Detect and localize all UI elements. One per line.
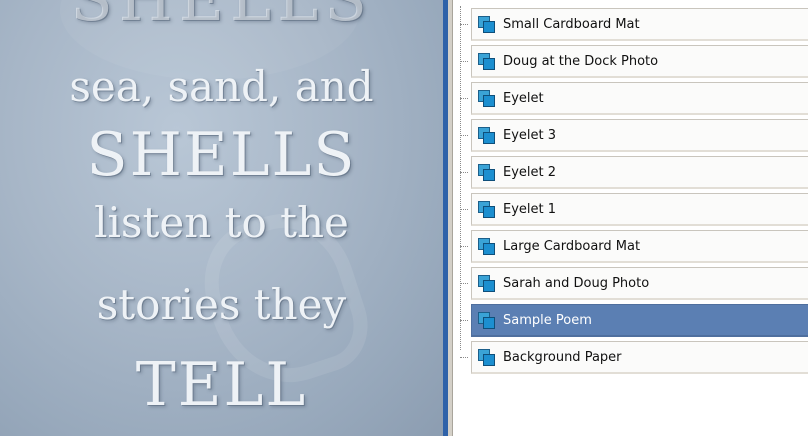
layer-label: Large Cardboard Mat (503, 239, 641, 254)
layer-item[interactable]: Doug at the Dock Photo (471, 45, 808, 78)
layer-label: Sample Poem (503, 313, 592, 328)
layer-item[interactable]: Background Paper (471, 341, 808, 374)
layer-icon (478, 16, 495, 33)
layer-icon-front (483, 132, 495, 144)
layer-icon-front (483, 280, 495, 292)
layer-item[interactable]: Sarah and Doug Photo (471, 267, 808, 300)
layer-item[interactable]: Eyelet (471, 82, 808, 115)
layer-row[interactable]: Doug at the Dock Photo (453, 43, 808, 80)
tree-branch (460, 320, 468, 321)
poem-line: stories they (96, 280, 347, 329)
poem-line: SHELLS (86, 120, 357, 190)
tree-branch (460, 357, 468, 358)
layer-icon-front (483, 21, 495, 33)
tree-branch (460, 283, 468, 284)
tree-branch (460, 61, 468, 62)
layer-item[interactable]: Eyelet 2 (471, 156, 808, 189)
layer-icon-front (483, 206, 495, 218)
layer-icon (478, 127, 495, 144)
layer-label: Eyelet 2 (503, 165, 557, 180)
poem-line: listen to the (94, 198, 349, 247)
tree-branch (460, 246, 468, 247)
tree-branch (460, 209, 468, 210)
layer-label: Small Cardboard Mat (503, 17, 640, 32)
layer-label: Sarah and Doug Photo (503, 276, 650, 291)
layer-icon-front (483, 354, 495, 366)
layer-icon (478, 312, 495, 329)
layer-row[interactable]: Eyelet (453, 80, 808, 117)
layer-icon (478, 238, 495, 255)
poem-line: sea, sand, and (69, 62, 374, 111)
layer-icon (478, 201, 495, 218)
tree-branch (460, 172, 468, 173)
layer-row[interactable]: Large Cardboard Mat (453, 228, 808, 265)
layer-icon-front (483, 169, 495, 181)
layer-item[interactable]: Small Cardboard Mat (471, 8, 808, 41)
layer-icon-front (483, 95, 495, 107)
poem-line-faded: SHELLS (0, 0, 443, 35)
layer-item[interactable]: Sample Poem (471, 304, 808, 337)
layer-row[interactable]: Sample Poem (453, 302, 808, 339)
layer-icon-front (483, 317, 495, 329)
layer-label: Eyelet 1 (503, 202, 557, 217)
layer-row[interactable]: Background Paper (453, 339, 808, 376)
layer-label: Doug at the Dock Photo (503, 54, 659, 69)
layer-icon-front (483, 58, 495, 70)
layer-item[interactable]: Large Cardboard Mat (471, 230, 808, 263)
layer-row[interactable]: Small Cardboard Mat (453, 6, 808, 43)
canvas-preview[interactable]: SHELLS sea, sand, and SHELLS listen to t… (0, 0, 443, 436)
layer-row[interactable]: Eyelet 2 (453, 154, 808, 191)
layer-icon (478, 53, 495, 70)
tree-branch (460, 98, 468, 99)
layers-panel: Small Cardboard Mat Doug at the Dock Phot… (453, 0, 808, 436)
layer-row[interactable]: Sarah and Doug Photo (453, 265, 808, 302)
layer-label: Eyelet (503, 91, 544, 106)
layer-label: Eyelet 3 (503, 128, 557, 143)
layer-icon (478, 164, 495, 181)
tree-branch (460, 135, 468, 136)
tree-branch (460, 24, 468, 25)
poem-line: TELL (135, 350, 308, 420)
layer-label: Background Paper (503, 350, 622, 365)
layer-row[interactable]: Eyelet 3 (453, 117, 808, 154)
layer-icon-front (483, 243, 495, 255)
layer-row[interactable]: Eyelet 1 (453, 191, 808, 228)
layer-icon (478, 90, 495, 107)
layer-item[interactable]: Eyelet 1 (471, 193, 808, 226)
layer-icon (478, 349, 495, 366)
layer-icon (478, 275, 495, 292)
layer-item[interactable]: Eyelet 3 (471, 119, 808, 152)
